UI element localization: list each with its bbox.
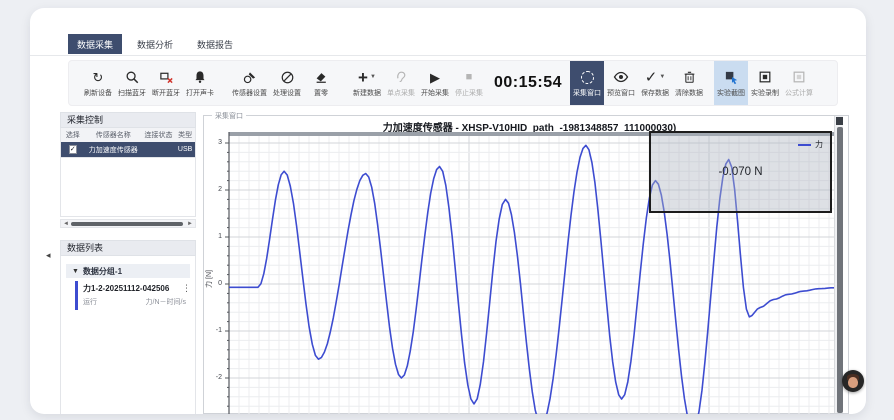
search-icon xyxy=(125,69,140,86)
page-background: 数据采集 数据分析 数据报告 ↻ 刷新设备 扫描蓝牙 断开蓝牙 xyxy=(0,0,894,420)
tab-data-analysis[interactable]: 数据分析 xyxy=(128,34,182,54)
avatar-button[interactable] xyxy=(842,370,864,392)
data-list-body: ▼ 数据分组-1 力1-2-20251112-042506 ⋮ 运行 力/N－时… xyxy=(60,256,196,414)
y-axis-title: 力 [N] xyxy=(204,270,214,288)
data-item-status: 运行 xyxy=(83,297,97,307)
formula-calc-button[interactable]: 公式计算 xyxy=(782,61,816,105)
process-settings-button[interactable]: 处理设置 xyxy=(270,61,304,105)
sensor-table-row[interactable]: ✓ 力加速度传感器 USB xyxy=(61,142,195,157)
y-tick-label: 0 xyxy=(218,280,222,287)
record-frame-icon xyxy=(758,69,772,86)
experiment-screenshot-button[interactable]: 实验截图 xyxy=(714,61,748,105)
scroll-left-icon[interactable]: ◄ xyxy=(63,220,69,228)
disconnect-bluetooth-button[interactable]: 断开蓝牙 xyxy=(149,61,183,105)
data-group-row[interactable]: ▼ 数据分组-1 xyxy=(66,264,190,278)
sensor-table: 选择 传感器名称 连接状态 类型 ✓ 力加速度传感器 USB xyxy=(60,128,196,158)
sensor-table-hscrollbar[interactable]: ◄ ► xyxy=(60,219,196,228)
plus-icon: + xyxy=(358,69,368,86)
vscroll-thumb[interactable] xyxy=(837,127,843,413)
check-icon: ✓ xyxy=(645,70,658,85)
new-data-button[interactable]: +▼ 新建数据 xyxy=(350,61,384,105)
sensor-settings-icon xyxy=(242,69,257,86)
y-tick-label: -2 xyxy=(216,374,222,381)
sensor-settings-button[interactable]: 传感器设置 xyxy=(229,61,270,105)
sensor-checkbox[interactable]: ✓ xyxy=(69,145,77,154)
refresh-icon: ↻ xyxy=(93,71,104,84)
collect-control-panel-header: 采集控制 xyxy=(60,112,196,128)
stop-collect-button[interactable]: ■ 停止采集 xyxy=(452,61,486,105)
scroll-right-icon[interactable]: ► xyxy=(187,220,193,228)
sensor-table-empty-area xyxy=(60,158,196,217)
data-list-panel-header: 数据列表 xyxy=(60,240,196,256)
chart-legend: 力 xyxy=(798,139,823,150)
ear-icon xyxy=(394,69,408,86)
sensor-name: 力加速度传感器 xyxy=(85,145,142,155)
hscroll-thumb[interactable] xyxy=(71,222,183,226)
app-window: 数据采集 数据分析 数据报告 ↻ 刷新设备 扫描蓝牙 断开蓝牙 xyxy=(30,8,866,414)
formula-frame-icon xyxy=(792,69,806,86)
stop-icon: ■ xyxy=(466,72,473,83)
save-data-button[interactable]: ✓▼ 保存数据 xyxy=(638,61,672,105)
y-tick-label: 2 xyxy=(218,186,222,193)
dashed-circle-icon xyxy=(581,71,594,84)
bell-icon xyxy=(193,69,207,86)
left-sidebar: 采集控制 选择 传感器名称 连接状态 类型 ✓ 力加速度传感器 USB ◄ ► xyxy=(60,112,196,414)
y-axis-labels: 3 2 1 0 -1 -2 xyxy=(204,116,225,413)
collect-timer: 00:15:54 xyxy=(486,74,570,92)
scroll-up-icon[interactable] xyxy=(836,117,843,125)
clear-data-button[interactable]: 清除数据 xyxy=(672,61,706,105)
legend-line-swatch xyxy=(798,144,811,146)
refresh-device-button[interactable]: ↻ 刷新设备 xyxy=(81,61,115,105)
avatar-face xyxy=(848,377,858,388)
kebab-menu-icon[interactable]: ⋮ xyxy=(182,283,191,294)
chevron-down-icon: ▼ xyxy=(659,74,665,80)
sensor-type: USB xyxy=(175,146,195,153)
experiment-record-button[interactable]: 实验录制 xyxy=(748,61,782,105)
tabbar-divider xyxy=(30,55,866,56)
collect-window-button[interactable]: 采集窗口 xyxy=(570,61,604,105)
caret-down-icon: ▼ xyxy=(72,268,79,275)
collect-window-panel: 采集窗口 力加速度传感器 - XHSP-V10HID_path_-1981348… xyxy=(203,115,849,414)
data-item-axes: 力/N－时间/s xyxy=(146,297,186,307)
eraser-icon xyxy=(314,69,328,86)
collapse-sidebar-button[interactable]: ◂ xyxy=(46,250,51,261)
open-soundcard-button[interactable]: 打开声卡 xyxy=(183,61,217,105)
scan-bluetooth-button[interactable]: 扫描蓝牙 xyxy=(115,61,149,105)
legend-series-name: 力 xyxy=(815,139,823,150)
tab-data-collect[interactable]: 数据采集 xyxy=(68,34,122,54)
trash-icon xyxy=(683,69,696,86)
chevron-down-icon: ▼ xyxy=(370,74,376,80)
y-tick-label: -1 xyxy=(216,327,222,334)
start-collect-button[interactable]: ▶ 开始采集 xyxy=(418,61,452,105)
current-value-readout: -0.070 N xyxy=(718,166,762,178)
single-point-collect-button[interactable]: 单点采集 xyxy=(384,61,418,105)
play-icon: ▶ xyxy=(430,71,440,84)
main-toolbar: ↻ 刷新设备 扫描蓝牙 断开蓝牙 打开声卡 xyxy=(68,60,838,106)
tab-data-report[interactable]: 数据报告 xyxy=(188,34,242,54)
screenshot-hand-icon xyxy=(724,69,739,86)
compass-icon xyxy=(280,69,295,86)
eye-icon xyxy=(613,69,629,86)
chart-vscrollbar[interactable] xyxy=(834,116,843,413)
y-tick-label: 1 xyxy=(218,233,222,240)
data-item[interactable]: 力1-2-20251112-042506 ⋮ 运行 力/N－时间/s xyxy=(75,281,190,310)
y-tick-label: 3 xyxy=(218,139,222,146)
main-tabbar: 数据采集 数据分析 数据报告 xyxy=(68,34,242,54)
zero-button[interactable]: 置零 xyxy=(304,61,338,105)
bluetooth-disconnect-icon xyxy=(159,69,174,86)
preview-window-button[interactable]: 预览窗口 xyxy=(604,61,638,105)
sensor-table-header: 选择 传感器名称 连接状态 类型 xyxy=(61,128,195,142)
data-item-title: 力1-2-20251112-042506 xyxy=(83,283,186,294)
value-overlay-box: 力 -0.070 N xyxy=(649,131,832,213)
